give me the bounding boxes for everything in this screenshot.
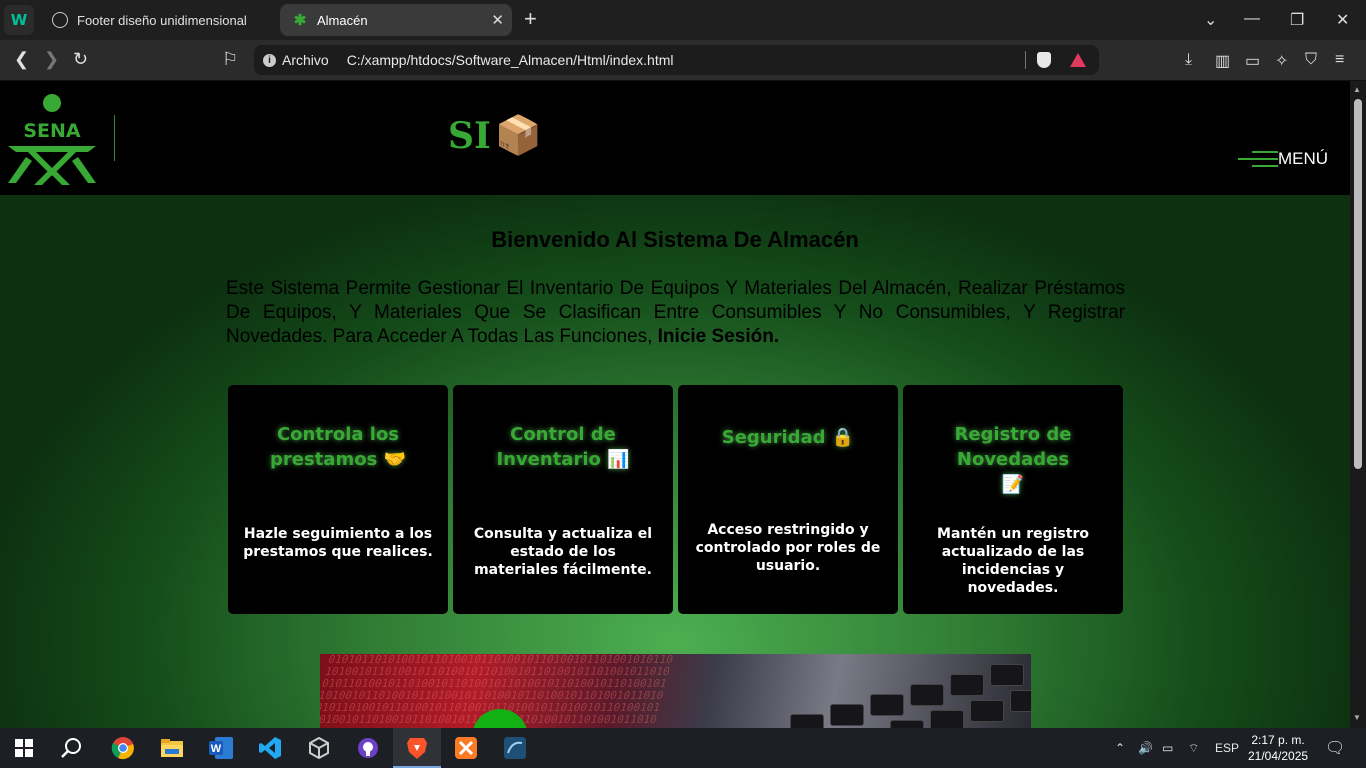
welcome-title: Bienvenido Al Sistema De Almacén [491,227,859,252]
card-title: Seguridad 🔒 [721,427,855,448]
system-logo-text: SI [448,115,491,157]
new-tab-button[interactable]: + [524,8,537,30]
minimize-button[interactable]: — [1244,10,1260,28]
tab-footer[interactable]: Footer diseño unidimensional [40,4,276,36]
feature-cards: Controla los prestamos 🤝 Hazle seguimien… [228,385,1123,614]
language-indicator[interactable]: ESP [1215,741,1239,755]
card-title: Registro de Novedades 📝 [954,424,1072,495]
card-description: Hazle seguimiento a los prestamos que re… [243,526,433,560]
vscode-icon[interactable] [256,734,284,762]
welcome-section: Bienvenido Al Sistema De Almacén Este Si… [226,227,1125,349]
card-description: Consulta y actualiza el estado de los ma… [473,526,653,578]
scroll-down-icon[interactable]: ▼ [1353,713,1361,722]
brave-rewards-icon[interactable] [1070,53,1086,67]
file-explorer-icon[interactable] [158,734,186,762]
windows-taskbar: W ⌃ 🔊 ▭ ⌔ ESP 2:17 p. m. 21/04/2025 🗨 [0,728,1366,768]
card-description: Acceso restringido y controlado por role… [695,522,881,574]
address-bar[interactable]: i Archivo C:/xampp/htdocs/Software_Almac… [254,45,1099,75]
tab-title: Almacén [317,12,368,28]
card-seguridad: Seguridad 🔒 Acceso restringido y control… [678,385,898,614]
brave-browser-icon[interactable] [403,734,431,762]
package-icon: 📦 [494,115,543,157]
sena-favicon-icon: ✱ [293,12,307,29]
chrome-icon[interactable] [109,734,137,762]
download-icon[interactable]: ⤓ [1185,51,1192,69]
notifications-icon[interactable]: 🗨 [1325,738,1345,758]
browser-menu-icon[interactable]: ≡ [1335,51,1344,69]
unity-icon[interactable] [305,734,333,762]
card-inventario: Control de Inventario 📊 Consulta y actua… [453,385,673,614]
clock[interactable]: 2:17 p. m. 21/04/2025 [1248,732,1308,764]
browser-tab-bar: W Footer diseño unidimensional ✱ Almacén… [0,0,1366,40]
globe-icon [52,12,68,28]
xampp-icon[interactable] [452,734,480,762]
url-scheme: Archivo [282,52,329,68]
menu-label: MENÚ [1278,149,1329,168]
battery-icon[interactable]: ▭ [1162,741,1173,755]
github-desktop-icon[interactable] [354,734,382,762]
clock-date: 21/04/2025 [1248,749,1309,763]
windows-start-icon[interactable] [10,734,38,762]
brave-shield-icon[interactable] [1037,52,1051,68]
welcome-intro: Este Sistema Permite Gestionar El Invent… [226,277,1125,349]
svg-text:W: W [211,743,222,755]
keyboard-graphic [750,654,1031,728]
close-tab-icon[interactable]: ✕ [491,11,504,29]
scroll-up-icon[interactable]: ▲ [1353,85,1361,94]
vpn-icon[interactable]: ⛉ [1305,51,1317,69]
card-novedades: Registro de Novedades 📝 Mantén un regist… [903,385,1123,614]
w-logo-icon: W [10,11,28,29]
search-icon[interactable] [58,734,86,762]
wallet-icon[interactable]: ▭ [1245,51,1260,71]
page-viewport: SENA SI 📦 MENÚ Bienvenido Al Sistema De … [0,81,1350,728]
card-title: Control de Inventario 📊 [496,424,630,470]
maximize-button[interactable]: ❐ [1290,10,1304,30]
info-icon[interactable]: i [263,53,276,67]
url-text: C:/xampp/htdocs/Software_Almacen/Html/in… [346,52,674,68]
workspace-app-button[interactable]: W [4,5,34,35]
tab-title: Footer diseño unidimensional [77,12,247,28]
tab-almacen[interactable]: ✱ Almacén ✕ [280,4,512,36]
leo-ai-icon[interactable]: ✧ [1275,51,1288,71]
bookmark-icon[interactable]: ⚐ [222,49,238,70]
login-prompt: Inicie Sesión. [657,326,780,347]
back-button[interactable]: ❮ [14,49,29,70]
card-title: Controla los prestamos 🤝 [270,424,406,470]
sidebar-icon[interactable]: ▥ [1215,51,1230,71]
close-window-button[interactable]: ✕ [1336,10,1349,30]
tab-list-chevron-icon[interactable]: ⌄ [1204,10,1217,30]
card-prestamos: Controla los prestamos 🤝 Hazle seguimien… [228,385,448,614]
sena-logo-text: SENA [23,120,81,142]
browser-toolbar: ❮ ❯ ↻ ⚐ i Archivo C:/xampp/htdocs/Softwa… [0,40,1366,81]
divider [1025,51,1026,69]
tray-overflow-chevron-icon[interactable]: ⌃ [1115,741,1125,755]
system-logo[interactable]: SI 📦 [448,115,542,157]
reload-button[interactable]: ↻ [73,49,88,70]
hero-image: 0101011010100101101001011010010110100101… [320,654,1031,728]
page-scrollbar[interactable]: ▲ ▼ [1350,81,1366,728]
scroll-thumb[interactable] [1354,99,1362,469]
menu-button[interactable]: MENÚ [1238,149,1328,169]
volume-icon[interactable]: 🔊 [1138,741,1153,755]
hamburger-icon [1238,149,1280,169]
sena-logo[interactable]: SENA [4,93,100,185]
forward-button[interactable]: ❯ [44,49,59,70]
header-divider [114,115,115,161]
mysql-workbench-icon[interactable] [501,734,529,762]
card-description: Mantén un registro actualizado de las in… [937,526,1089,596]
clock-time: 2:17 p. m. [1251,733,1305,747]
site-header: SENA SI 📦 MENÚ [0,81,1350,195]
word-icon[interactable]: W [207,734,235,762]
network-icon[interactable]: ⌔ [1188,741,1199,756]
